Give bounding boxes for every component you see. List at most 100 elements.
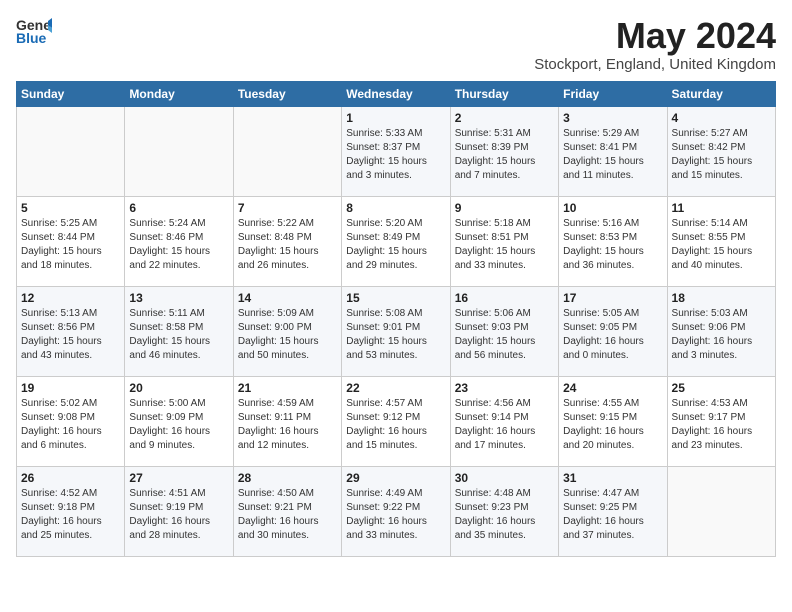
day-number: 4 — [672, 111, 771, 125]
table-row: 5 Sunrise: 5:25 AM Sunset: 8:44 PM Daylig… — [17, 196, 125, 286]
table-row: 16 Sunrise: 5:06 AM Sunset: 9:03 PM Dayli… — [450, 286, 558, 376]
table-row: 19 Sunrise: 5:02 AM Sunset: 9:08 PM Dayli… — [17, 376, 125, 466]
day-number: 1 — [346, 111, 445, 125]
col-wednesday: Wednesday — [342, 81, 450, 106]
calendar-week-row: 5 Sunrise: 5:25 AM Sunset: 8:44 PM Daylig… — [17, 196, 776, 286]
table-row: 15 Sunrise: 5:08 AM Sunset: 9:01 PM Dayli… — [342, 286, 450, 376]
table-row: 24Sunrise: 4:55 AM Sunset: 9:15 PM Dayli… — [559, 376, 667, 466]
day-number: 20 — [129, 381, 228, 395]
day-number: 27 — [129, 471, 228, 485]
table-row: 27Sunrise: 4:51 AM Sunset: 9:19 PM Dayli… — [125, 466, 233, 556]
table-row: 22 Sunrise: 4:57 AM Sunset: 9:12 PM Dayli… — [342, 376, 450, 466]
day-info: Sunrise: 5:24 AM Sunset: 8:46 PM Dayligh… — [129, 217, 228, 273]
day-info: Sunrise: 4:48 AM Sunset: 9:23 PM Dayligh… — [455, 487, 554, 543]
day-number: 5 — [21, 201, 120, 215]
table-row — [233, 106, 341, 196]
col-tuesday: Tuesday — [233, 81, 341, 106]
table-row: 8 Sunrise: 5:20 AM Sunset: 8:49 PM Daylig… — [342, 196, 450, 286]
day-number: 21 — [238, 381, 337, 395]
calendar-header-row: Sunday Monday Tuesday Wednesday Thursday… — [17, 81, 776, 106]
table-row — [667, 466, 775, 556]
day-number: 15 — [346, 291, 445, 305]
day-number: 23 — [455, 381, 554, 395]
table-row — [17, 106, 125, 196]
col-saturday: Saturday — [667, 81, 775, 106]
day-number: 3 — [563, 111, 662, 125]
day-info: Sunrise: 5:13 AM Sunset: 8:56 PM Dayligh… — [21, 307, 120, 363]
table-row: 13Sunrise: 5:11 AM Sunset: 8:58 PM Dayli… — [125, 286, 233, 376]
day-number: 14 — [238, 291, 337, 305]
table-row: 23 Sunrise: 4:56 AM Sunset: 9:14 PM Dayli… — [450, 376, 558, 466]
table-row: 30 Sunrise: 4:48 AM Sunset: 9:23 PM Dayli… — [450, 466, 558, 556]
day-info: Sunrise: 5:25 AM Sunset: 8:44 PM Dayligh… — [21, 217, 120, 273]
day-info: Sunrise: 5:14 AM Sunset: 8:55 PM Dayligh… — [672, 217, 771, 273]
day-info: Sunrise: 4:57 AM Sunset: 9:12 PM Dayligh… — [346, 397, 445, 453]
table-row: 6 Sunrise: 5:24 AM Sunset: 8:46 PM Daylig… — [125, 196, 233, 286]
day-info: Sunrise: 4:59 AM Sunset: 9:11 PM Dayligh… — [238, 397, 337, 453]
calendar-week-row: 1 Sunrise: 5:33 AM Sunset: 8:37 PM Daylig… — [17, 106, 776, 196]
day-info: Sunrise: 4:52 AM Sunset: 9:18 PM Dayligh… — [21, 487, 120, 543]
location-subtitle: Stockport, England, United Kingdom — [534, 56, 776, 73]
table-row: 26 Sunrise: 4:52 AM Sunset: 9:18 PM Dayli… — [17, 466, 125, 556]
day-number: 28 — [238, 471, 337, 485]
table-row: 4Sunrise: 5:27 AM Sunset: 8:42 PM Daylig… — [667, 106, 775, 196]
table-row: 25Sunrise: 4:53 AM Sunset: 9:17 PM Dayli… — [667, 376, 775, 466]
day-info: Sunrise: 5:02 AM Sunset: 9:08 PM Dayligh… — [21, 397, 120, 453]
day-number: 17 — [563, 291, 662, 305]
day-info: Sunrise: 4:49 AM Sunset: 9:22 PM Dayligh… — [346, 487, 445, 543]
day-info: Sunrise: 5:05 AM Sunset: 9:05 PM Dayligh… — [563, 307, 662, 363]
table-row: 18Sunrise: 5:03 AM Sunset: 9:06 PM Dayli… — [667, 286, 775, 376]
table-row: 1 Sunrise: 5:33 AM Sunset: 8:37 PM Daylig… — [342, 106, 450, 196]
col-monday: Monday — [125, 81, 233, 106]
calendar-table: Sunday Monday Tuesday Wednesday Thursday… — [16, 81, 776, 557]
calendar-week-row: 12Sunrise: 5:13 AM Sunset: 8:56 PM Dayli… — [17, 286, 776, 376]
day-number: 6 — [129, 201, 228, 215]
month-title: May 2024 — [534, 16, 776, 56]
table-row: 3 Sunrise: 5:29 AM Sunset: 8:41 PM Daylig… — [559, 106, 667, 196]
col-sunday: Sunday — [17, 81, 125, 106]
day-info: Sunrise: 5:08 AM Sunset: 9:01 PM Dayligh… — [346, 307, 445, 363]
table-row: 12Sunrise: 5:13 AM Sunset: 8:56 PM Dayli… — [17, 286, 125, 376]
table-row: 17 Sunrise: 5:05 AM Sunset: 9:05 PM Dayli… — [559, 286, 667, 376]
table-row — [125, 106, 233, 196]
day-number: 30 — [455, 471, 554, 485]
day-number: 2 — [455, 111, 554, 125]
table-row: 20 Sunrise: 5:00 AM Sunset: 9:09 PM Dayli… — [125, 376, 233, 466]
table-row: 31Sunrise: 4:47 AM Sunset: 9:25 PM Dayli… — [559, 466, 667, 556]
logo-icon: General Blue — [16, 16, 52, 46]
table-row: 2 Sunrise: 5:31 AM Sunset: 8:39 PM Daylig… — [450, 106, 558, 196]
day-info: Sunrise: 4:56 AM Sunset: 9:14 PM Dayligh… — [455, 397, 554, 453]
day-info: Sunrise: 5:22 AM Sunset: 8:48 PM Dayligh… — [238, 217, 337, 273]
table-row: 9Sunrise: 5:18 AM Sunset: 8:51 PM Daylig… — [450, 196, 558, 286]
title-area: May 2024 Stockport, England, United King… — [534, 16, 776, 73]
day-number: 10 — [563, 201, 662, 215]
day-info: Sunrise: 5:20 AM Sunset: 8:49 PM Dayligh… — [346, 217, 445, 273]
day-info: Sunrise: 5:09 AM Sunset: 9:00 PM Dayligh… — [238, 307, 337, 363]
day-number: 24 — [563, 381, 662, 395]
day-number: 26 — [21, 471, 120, 485]
day-number: 29 — [346, 471, 445, 485]
day-number: 18 — [672, 291, 771, 305]
day-number: 8 — [346, 201, 445, 215]
calendar-week-row: 26 Sunrise: 4:52 AM Sunset: 9:18 PM Dayli… — [17, 466, 776, 556]
day-number: 25 — [672, 381, 771, 395]
day-number: 11 — [672, 201, 771, 215]
day-info: Sunrise: 5:11 AM Sunset: 8:58 PM Dayligh… — [129, 307, 228, 363]
day-info: Sunrise: 5:00 AM Sunset: 9:09 PM Dayligh… — [129, 397, 228, 453]
col-thursday: Thursday — [450, 81, 558, 106]
day-number: 22 — [346, 381, 445, 395]
day-info: Sunrise: 5:06 AM Sunset: 9:03 PM Dayligh… — [455, 307, 554, 363]
day-info: Sunrise: 4:47 AM Sunset: 9:25 PM Dayligh… — [563, 487, 662, 543]
table-row: 11 Sunrise: 5:14 AM Sunset: 8:55 PM Dayli… — [667, 196, 775, 286]
day-info: Sunrise: 5:33 AM Sunset: 8:37 PM Dayligh… — [346, 127, 445, 183]
day-number: 9 — [455, 201, 554, 215]
calendar-week-row: 19 Sunrise: 5:02 AM Sunset: 9:08 PM Dayli… — [17, 376, 776, 466]
day-number: 16 — [455, 291, 554, 305]
page-header: General Blue May 2024 Stockport, England… — [16, 16, 776, 73]
day-number: 19 — [21, 381, 120, 395]
day-info: Sunrise: 5:31 AM Sunset: 8:39 PM Dayligh… — [455, 127, 554, 183]
day-info: Sunrise: 5:29 AM Sunset: 8:41 PM Dayligh… — [563, 127, 662, 183]
col-friday: Friday — [559, 81, 667, 106]
day-number: 7 — [238, 201, 337, 215]
table-row: 14 Sunrise: 5:09 AM Sunset: 9:00 PM Dayli… — [233, 286, 341, 376]
